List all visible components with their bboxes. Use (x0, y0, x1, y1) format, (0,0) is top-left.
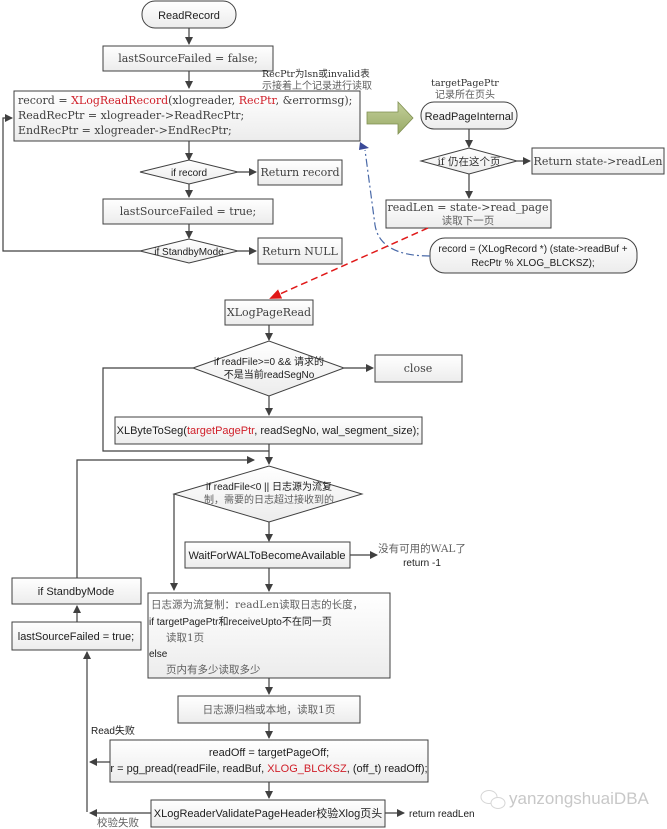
if-readfile-decision: if readFile>=0 && 请求的 不是当前readSegNo (191, 340, 346, 397)
if-record-label: if record (171, 168, 207, 179)
xlog-page-read-box: XLogPageRead (224, 299, 314, 326)
if-record-decision: if record (139, 159, 239, 185)
init-box: lastSourceFailed = false; (102, 45, 274, 72)
record-cast-line-2: RecPtr % XLOG_BLCKSZ); (471, 258, 594, 269)
if-readfile2-line-2: 制，需要的日志超过接收到的 (204, 493, 334, 506)
xlbyte-box: XLByteToSeg(targetPagePtr, readSegNo, wa… (114, 416, 423, 445)
stream-block: 日志源为流复制：readLen读取日志的长度， if targetPagePtr… (147, 592, 391, 679)
left-failed-label: lastSourceFailed = true; (18, 631, 134, 643)
stream-line-4: else (149, 649, 168, 660)
xlog-page-read-label: XLogPageRead (227, 306, 311, 319)
close-label: close (404, 362, 432, 375)
return-readlen-label: Return state->readLen (534, 155, 663, 168)
no-wal-line-1: 没有可用的WAL了 (378, 542, 466, 555)
if-same-page-decision: if 仍在这个页 (419, 147, 519, 175)
left-standby-label: if StandbyMode (38, 586, 114, 598)
read-page-internal-terminator: ReadPageInternal (420, 101, 518, 130)
read-page-box: readLen = state->read_page 读取下一页 (385, 199, 552, 229)
record-cast-terminator: record = (XLogRecord *) (state->readBuf … (429, 237, 638, 274)
recptr-note-1: RecPtr为lsn或invalid表 (262, 68, 370, 80)
start-terminator: ReadRecord (141, 0, 237, 29)
xlbyte-label: XLByteToSeg(targetPagePtr, readSegNo, wa… (117, 425, 420, 437)
archive-box: 日志源归档或本地，读取1页 (177, 695, 361, 724)
watermark-label: yanzongshuaiDBA (509, 789, 650, 808)
read-page-line-1: readLen = state->read_page (388, 201, 549, 214)
watermark: yanzongshuaiDBA (480, 789, 650, 809)
if-readfile-line-2: 不是当前readSegNo (224, 368, 315, 381)
wait-wal-box: WaitForWALToBecomeAvailable (184, 541, 351, 569)
validate-label: XLogReaderValidatePageHeader校验Xlog页头 (154, 806, 383, 820)
recptr-note-2: 示接着上个记录进行读取 (262, 79, 372, 92)
no-wal-line-2: return -1 (403, 558, 441, 569)
start-label: ReadRecord (158, 10, 220, 22)
init-label: lastSourceFailed = false; (118, 52, 258, 65)
left-standby-box: if StandbyMode (11, 577, 142, 605)
return-null-box: Return NULL (257, 237, 343, 265)
stream-line-1: 日志源为流复制：readLen读取日志的长度， (151, 598, 363, 611)
green-arrow-icon (366, 100, 414, 136)
read-line-3: EndRecPtr = xlogreader->EndRecPtr; (18, 124, 232, 137)
blue-arrow-icon (359, 142, 369, 150)
wait-wal-label: WaitForWALToBecomeAvailable (188, 550, 345, 562)
if-readfile-line-1: if readFile>=0 && 请求的 (214, 355, 324, 368)
if-same-page-label: if 仍在这个页 (437, 155, 500, 168)
read-page-line-2: 读取下一页 (442, 214, 495, 227)
if-readfile2-decision: if readFile<0 || 日志源为流复 制，需要的日志超过接收到的 (172, 465, 364, 523)
archive-label: 日志源归档或本地，读取1页 (203, 703, 336, 716)
return-readlen-box: Return state->readLen (531, 147, 665, 175)
return-record-box: Return record (257, 159, 343, 186)
pread-box: readOff = targetPageOff; r = pg_pread(re… (109, 739, 429, 783)
stream-line-3: 读取1页 (166, 631, 204, 644)
wechat-icon (480, 790, 506, 809)
set-failed-label: lastSourceFailed = true; (120, 205, 257, 218)
read-record-block: record = XLogReadRecord(xlogreader, RecP… (13, 90, 361, 142)
read-line-2: ReadRecPtr = xlogreader->ReadRecPtr; (18, 109, 244, 122)
read-fail-label: Read失败 (91, 724, 135, 737)
record-cast-line-1: record = (XLogRecord *) (state->readBuf … (438, 244, 627, 255)
set-failed-box: lastSourceFailed = true; (102, 198, 274, 225)
if-standby-label: if StandbyMode (154, 247, 224, 258)
return-readlen-final-label: return readLen (409, 809, 475, 820)
return-null-label: Return NULL (262, 245, 338, 258)
if-readfile2-line-1: if readFile<0 || 日志源为流复 (206, 480, 332, 493)
left-failed-box: lastSourceFailed = true; (11, 621, 142, 651)
pread-line-1: readOff = targetPageOff; (209, 747, 329, 759)
flowchart: ReadRecord lastSourceFailed = false; Rec… (2, 0, 665, 829)
target-note-1: targetPagePtr (431, 78, 499, 89)
pread-line-2: r = pg_pread(readFile, readBuf, XLOG_BLC… (110, 763, 427, 775)
close-box: close (374, 354, 463, 383)
read-line-1: record = XLogReadRecord(xlogreader, RecP… (18, 94, 352, 107)
stream-line-5: 页内有多少读取多少 (166, 663, 261, 676)
read-page-internal-label: ReadPageInternal (425, 111, 514, 123)
if-standby-decision: if StandbyMode (139, 238, 239, 264)
return-record-label: Return record (261, 166, 340, 179)
target-note-2: 记录所在页头 (435, 89, 495, 101)
stream-line-2: if targetPagePtr和receiveUpto不在同一页 (149, 616, 332, 628)
validate-fail-label: 校验失败 (97, 816, 139, 829)
validate-box: XLogReaderValidatePageHeader校验Xlog页头 (150, 799, 386, 828)
